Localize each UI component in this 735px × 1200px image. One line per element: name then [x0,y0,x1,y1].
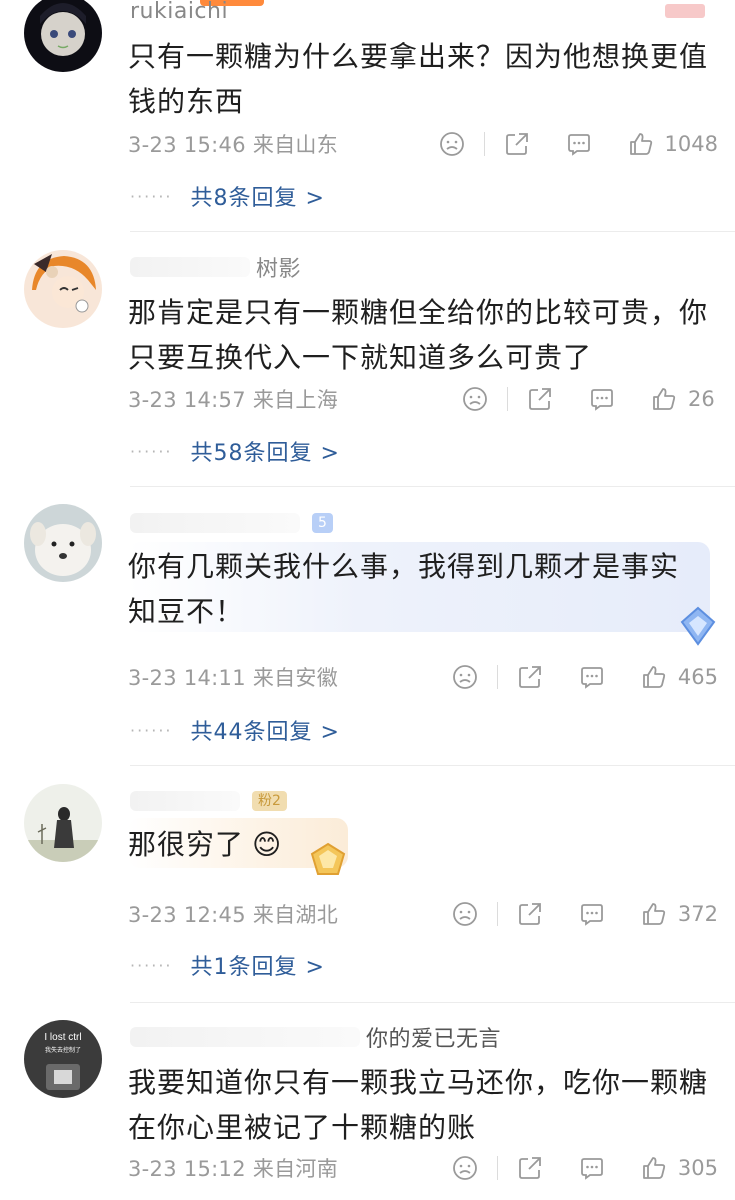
comment-text: 那肯定是只有一颗糖但全给你的比较可贵，你 只要互换代入一下就知道多么可贵了 [128,290,718,380]
separator [496,665,498,689]
comment-icon[interactable] [578,900,606,928]
reply-row: ······ 共1条回复 > [130,948,325,982]
avatar[interactable] [24,784,102,862]
timestamp-location: 3-23 12:45 来自湖北 [128,903,339,927]
divider [130,486,735,487]
avatar[interactable]: I lost ctrl 我失去控制了 [24,1020,102,1098]
username-row: 树影 [130,252,301,282]
comment-text-line: 那肯定是只有一颗糖但全给你的比较可贵，你 [128,296,709,329]
divider [130,1002,735,1003]
like-count: 305 [677,1156,718,1180]
separator [507,387,508,411]
like-count: 1048 [664,132,718,156]
comment-text: 我要知道你只有一颗我立马还你，吃你一颗糖 在你心里被记了十颗糖的账 [128,1060,718,1150]
avatar[interactable] [24,0,102,72]
username[interactable]: 你的爱已无言 [366,1021,501,1053]
divider [130,765,735,766]
comment-text-line: 只要互换代入一下就知道多么可贵了 [128,341,593,374]
dislike-icon[interactable] [438,130,466,158]
like-icon[interactable] [640,663,668,691]
like-icon[interactable] [627,130,655,158]
like-count: 465 [677,665,718,689]
comment-text-line: 我要知道你只有一颗我立马还你，吃你一颗糖 [128,1066,709,1099]
avatar-caption-sub: 我失去控制了 [45,1046,81,1054]
comment-icon[interactable] [565,130,593,158]
like-count: 26 [688,387,715,411]
meta-row: 3-23 15:46 来自山东 1048 [128,127,718,161]
separator [496,902,498,926]
username[interactable]: 树影 [256,251,301,283]
top-badge [665,4,705,18]
actions: 26 [461,382,718,416]
meta-row: 3-23 12:45 来自湖北 372 [128,897,718,931]
dots: ······ [130,186,173,206]
actions: 305 [451,1151,718,1185]
comment-text: 只有一颗糖为什么要拿出来？因为他想换更值 钱的东西 [128,34,718,124]
like-icon[interactable] [640,1154,668,1182]
dots: ······ [130,441,173,461]
comment-text-line: 只有一颗糖为什么要拿出来？因为他想换更值 [128,40,709,73]
view-replies-link[interactable]: 共1条回复 > [191,949,325,981]
fan-level-badge: 粉2 [252,791,287,811]
share-icon[interactable] [516,900,544,928]
view-replies-link[interactable]: 共58条回复 > [191,435,340,467]
comment-text: 你有几颗关我什么事，我得到几颗才是事实 知豆不！ [128,544,718,634]
view-replies-link[interactable]: 共44条回复 > [191,714,340,746]
timestamp-location: 3-23 14:11 来自安徽 [128,666,339,690]
actions: 372 [451,897,718,931]
username-blur [130,513,300,533]
timestamp-location: 3-23 15:12 来自河南 [128,1157,339,1181]
dislike-icon[interactable] [451,1154,479,1182]
separator [496,1156,498,1180]
comment-text: 那很穷了 😊 [128,822,718,867]
username-row: rukiaichi [130,0,228,26]
actions: 465 [451,660,718,694]
username-row: 5 [130,508,333,538]
view-replies-link[interactable]: 共8条回复 > [191,180,325,212]
username-blur [130,1027,360,1047]
actions: 1048 [438,127,718,161]
meta-row: 3-23 14:11 来自安徽 465 [128,660,718,694]
comment-icon[interactable] [578,1154,606,1182]
divider [130,231,735,232]
share-icon[interactable] [516,1154,544,1182]
reply-row: ······ 共44条回复 > [130,713,340,747]
comment-icon[interactable] [578,663,606,691]
avatar[interactable] [24,250,102,328]
smile-emoji: 😊 [252,828,283,861]
comment-text-line: 在你心里被记了十颗糖的账 [128,1111,477,1144]
like-icon[interactable] [650,385,678,413]
dots: ······ [130,955,173,975]
reply-row: ······ 共8条回复 > [130,179,325,213]
comment-text-line: 钱的东西 [128,85,245,118]
username-row: 粉2 [130,786,287,816]
comment-icon[interactable] [588,385,616,413]
like-count: 372 [677,902,718,926]
comment-text-line: 知豆不！ [128,595,245,628]
share-icon[interactable] [503,130,531,158]
reply-row: ······ 共58条回复 > [130,434,340,468]
username-row: 你的爱已无言 [130,1022,501,1052]
avatar[interactable] [24,504,102,582]
dislike-icon[interactable] [451,663,479,691]
level-badge: 5 [312,513,333,533]
timestamp-location: 3-23 14:57 来自上海 [128,388,339,412]
comment-text-line: 那很穷了 [128,828,245,861]
username-blur [130,791,240,811]
avatar-caption: I lost ctrl [44,1032,81,1043]
meta-row: 3-23 15:12 来自河南 305 [128,1151,718,1185]
username-blur [130,257,250,277]
comment-text-line: 你有几颗关我什么事，我得到几颗才是事实 [128,550,680,583]
meta-row: 3-23 14:57 来自上海 26 [128,382,718,416]
separator [483,132,485,156]
dislike-icon[interactable] [451,900,479,928]
share-icon[interactable] [516,663,544,691]
dislike-icon[interactable] [461,385,489,413]
username[interactable]: rukiaichi [130,0,228,24]
dots: ······ [130,720,173,740]
like-icon[interactable] [640,900,668,928]
share-icon[interactable] [526,385,554,413]
timestamp-location: 3-23 15:46 来自山东 [128,133,339,157]
